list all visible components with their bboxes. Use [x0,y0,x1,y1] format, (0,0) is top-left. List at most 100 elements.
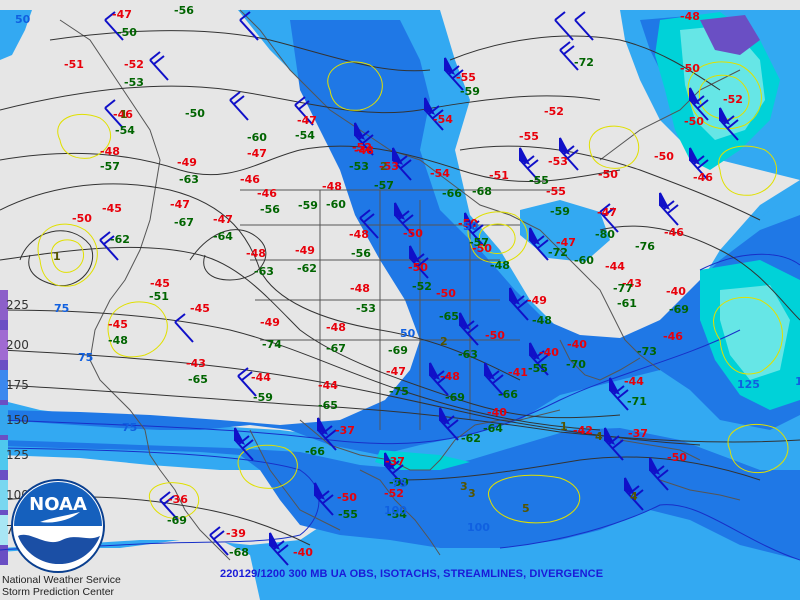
legend-label: 200 [6,338,29,352]
temperature-label: -49 [295,244,315,257]
isotach-value-label: 50 [400,327,416,340]
dewpoint-label: -48 [108,334,128,347]
legend-label: 150 [6,413,29,427]
temperature-label: -50 [680,62,700,75]
divergence-value-label: 3 [460,480,468,493]
dewpoint-label: -66 [305,445,325,458]
temperature-label: -44 [624,375,644,388]
temperature-label: -48 [246,247,266,260]
dewpoint-label: -54 [115,124,135,137]
temperature-label: -45 [102,202,122,215]
temperature-label: -50 [337,491,357,504]
dewpoint-label: -59 [253,391,273,404]
dewpoint-label: -80 [595,228,615,241]
temperature-label: -55 [519,130,539,143]
dewpoint-label: -54 [295,129,315,142]
temperature-label: -52 [352,141,372,154]
temperature-label: -47 [297,114,317,127]
dewpoint-label: -56 [351,247,371,260]
dewpoint-label: -77 [613,282,633,295]
temperature-label: -40 [539,346,559,359]
temperature-label: -52 [723,93,743,106]
temperature-label: -50 [408,261,428,274]
temperature-label: -46 [693,171,713,184]
temperature-label: -47 [213,213,233,226]
temperature-label: -52 [124,58,144,71]
temperature-label: -44 [251,371,271,384]
divergence-value-label: 1 [53,250,61,263]
isotach-value-label: 75 [122,421,137,434]
temperature-label: -55 [546,185,566,198]
dewpoint-label: -59 [298,199,318,212]
temperature-label: -48 [680,10,700,23]
dewpoint-label: -68 [229,546,249,559]
dewpoint-label: -65 [318,399,338,412]
temperature-label: -55 [456,71,476,84]
dewpoint-label: -62 [461,432,481,445]
temperature-label: -40 [487,406,507,419]
dewpoint-label: -57 [374,179,394,192]
dewpoint-label: -48 [532,314,552,327]
dewpoint-label: -66 [442,187,462,200]
temperature-label: -49 [177,156,197,169]
temperature-label: -54 [433,113,453,126]
dewpoint-label: -64 [213,230,233,243]
isotach-value-label: 100 [467,521,490,534]
temperature-label: -40 [567,338,587,351]
divergence-value-label: 2 [380,160,388,173]
dewpoint-label: -74 [262,338,282,351]
dewpoint-label: -69 [388,344,408,357]
temperature-label: -54 [430,167,450,180]
dewpoint-label: -60 [574,254,594,267]
dewpoint-label: -69 [669,303,689,316]
isotach-value-label: 125 [795,375,800,388]
dewpoint-label: -61 [617,297,637,310]
dewpoint-label: -65 [439,310,459,323]
isotach-value-label: 75 [54,302,69,315]
dewpoint-label: -62 [297,262,317,275]
temperature-label: -48 [100,145,120,158]
dewpoint-label: -76 [635,240,655,253]
temperature-label: -51 [64,58,84,71]
isotach-value-label: 50 [15,13,31,26]
temperature-label: -37 [385,455,405,468]
dewpoint-label: -72 [548,246,568,259]
temperature-label: -50 [667,451,687,464]
temperature-label: -39 [226,527,246,540]
temperature-label: -44 [318,379,338,392]
temperature-label: -46 [664,226,684,239]
dewpoint-label: -70 [566,358,586,371]
temperature-label: -50 [403,227,423,240]
temperature-label: -48 [349,228,369,241]
dewpoint-label: -53 [124,76,144,89]
temperature-label: -44 [605,260,625,273]
dewpoint-label: -50 [117,26,137,39]
dewpoint-label: -65 [188,373,208,386]
product-caption: 220129/1200 300 MB UA OBS, ISOTACHS, STR… [220,568,604,580]
dewpoint-label: -55 [338,508,358,521]
temperature-label: -41 [508,366,528,379]
dewpoint-label: -64 [483,422,503,435]
temperature-label: -40 [293,546,313,559]
dewpoint-label: -55 [528,362,548,375]
temperature-label: -43 [186,357,206,370]
dewpoint-label: -56 [174,4,194,17]
dewpoint-label: -73 [637,345,657,358]
dewpoint-label: -50 [185,107,205,120]
isotach-value-label: 75 [392,477,407,490]
dewpoint-label: -63 [458,348,478,361]
temperature-label: -47 [386,365,406,378]
dewpoint-label: -75 [389,385,409,398]
divergence-value-label: 1 [120,108,128,121]
dewpoint-label: -67 [174,216,194,229]
temperature-label: -50 [654,150,674,163]
dewpoint-label: -67 [326,342,346,355]
dewpoint-label: -59 [550,205,570,218]
dewpoint-label: -63 [254,265,274,278]
temperature-label: -46 [240,173,260,186]
noaa-logo: NOAA [10,478,106,574]
temperature-label: -45 [108,318,128,331]
temperature-label: -48 [322,180,342,193]
temperature-label: -53 [548,155,568,168]
temperature-label: -49 [527,294,547,307]
